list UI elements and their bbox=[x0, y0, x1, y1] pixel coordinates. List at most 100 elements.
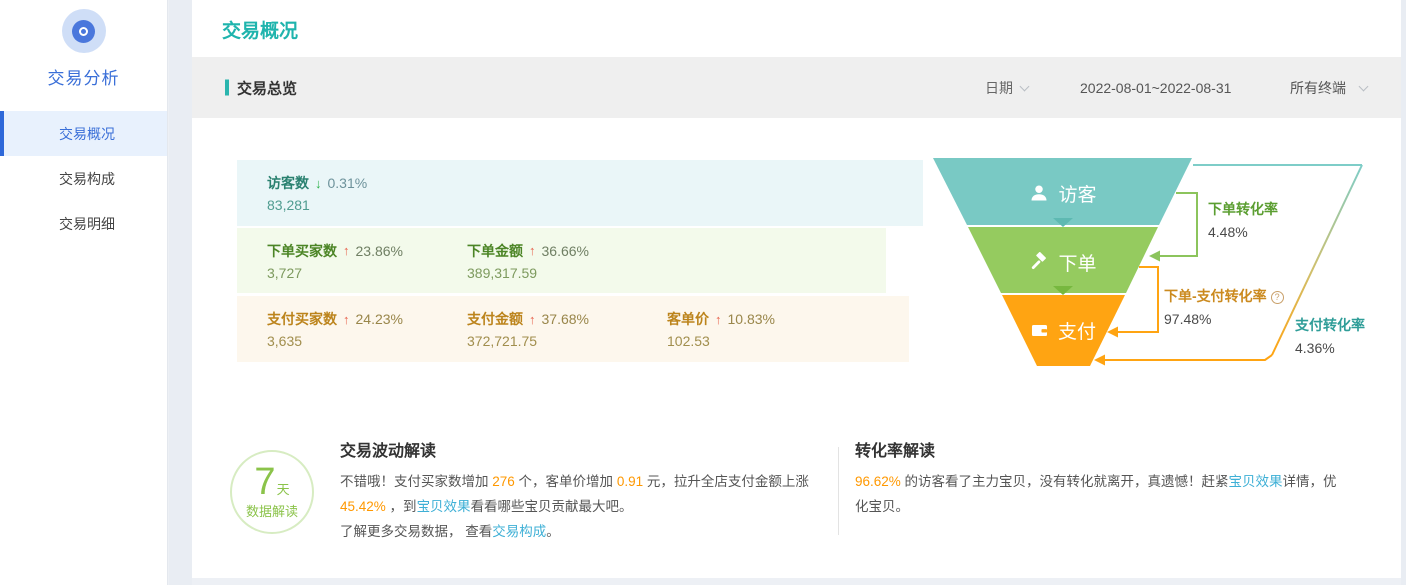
metric-value: 372,721.75 bbox=[467, 333, 667, 349]
metric-value: 83,281 bbox=[267, 197, 467, 213]
metric-label: 下单金额 bbox=[467, 241, 523, 261]
wallet-icon bbox=[1030, 321, 1049, 340]
trade-composition-link[interactable]: 交易构成 bbox=[492, 524, 546, 539]
metric-change-pct: 24.23% bbox=[356, 311, 403, 327]
pay-conversion-connector bbox=[1105, 355, 1272, 360]
text-run: 的访客看了主力宝贝，没有转化就离开，真遗憾！赶紧 bbox=[901, 474, 1229, 489]
sidebar-item-trade-detail[interactable]: 交易明细 bbox=[0, 201, 167, 246]
metric-label: 支付买家数 bbox=[267, 309, 337, 329]
sidebar: 交易分析 交易概况 交易构成 交易明细 bbox=[0, 0, 168, 585]
user-icon bbox=[1029, 183, 1049, 203]
terminal-dropdown[interactable]: 所有终端 bbox=[1290, 78, 1367, 98]
scrollbar[interactable] bbox=[1401, 0, 1406, 585]
section-marker bbox=[225, 80, 229, 96]
funnel-stage-label: 下单 bbox=[1058, 249, 1096, 276]
metric-label: 支付金额 bbox=[467, 309, 523, 329]
text-run: 个，客单价增加 bbox=[515, 474, 617, 489]
page: 交易分析 交易概况 交易构成 交易明细 交易概况 交易总览 日期 2022-08… bbox=[0, 0, 1406, 585]
order-conversion-rate: 下单转化率 4.48% bbox=[1208, 199, 1278, 240]
sidebar-nav: 交易概况 交易构成 交易明细 bbox=[0, 111, 167, 246]
gavel-icon bbox=[1029, 252, 1049, 272]
help-icon[interactable]: ? bbox=[1271, 291, 1284, 304]
badge-days: 7 天 bbox=[254, 464, 289, 500]
trade-fluctuation-insight: 交易波动解读 不错哦！支付买家数增加 276 个，客单价增加 0.91 元，拉升… bbox=[340, 437, 845, 544]
up-arrow-icon: ↑ bbox=[529, 243, 536, 258]
highlight-number: 96.62% bbox=[855, 474, 901, 489]
sidebar-item-trade-composition[interactable]: 交易构成 bbox=[0, 156, 167, 201]
metric-order-amount: 下单金额 ↑ 36.66% 389,317.59 bbox=[467, 241, 667, 281]
highlight-number: 276 bbox=[492, 474, 515, 489]
metric-change-pct: 37.68% bbox=[542, 311, 589, 327]
conversion-label: 下单-支付转化率 bbox=[1164, 288, 1267, 304]
filter-bar: 交易总览 日期 2022-08-01~2022-08-31 所有终端 bbox=[192, 57, 1401, 118]
date-dimension-label: 日期 bbox=[985, 80, 1013, 96]
metric-value: 3,727 bbox=[267, 265, 467, 281]
main-panel: 交易概况 交易总览 日期 2022-08-01~2022-08-31 所有终端 … bbox=[192, 0, 1401, 578]
text-run: 看看哪些宝贝贡献最大吧。 bbox=[471, 499, 633, 514]
vertical-divider bbox=[838, 447, 839, 535]
metric-order-buyers: 下单买家数 ↑ 23.86% 3,727 bbox=[267, 241, 467, 281]
conversion-label: 支付转化率 bbox=[1295, 315, 1365, 335]
text-run: 。 bbox=[546, 524, 560, 539]
sidebar-item-trade-overview[interactable]: 交易概况 bbox=[0, 111, 167, 156]
metric-row-visitors: 访客数 ↓ 0.31% 83,281 bbox=[237, 160, 923, 226]
conversion-value: 4.36% bbox=[1295, 340, 1365, 356]
metric-value: 389,317.59 bbox=[467, 265, 667, 281]
page-title: 交易概况 bbox=[222, 16, 1401, 43]
metric-visitor-count: 访客数 ↓ 0.31% 83,281 bbox=[267, 173, 467, 213]
section-title-text: 交易总览 bbox=[237, 77, 297, 98]
metric-value: 102.53 bbox=[667, 333, 867, 349]
text-run: 元，拉升全店支付金额上涨 bbox=[643, 474, 809, 489]
chevron-down-icon bbox=[1359, 81, 1369, 91]
gutter bbox=[169, 0, 192, 585]
metric-change-pct: 0.31% bbox=[328, 175, 368, 191]
metric-label: 客单价 bbox=[667, 309, 709, 329]
conversion-label: 下单转化率 bbox=[1208, 199, 1278, 219]
insight-title: 转化率解读 bbox=[855, 437, 1337, 461]
funnel-stage-order: 下单 bbox=[957, 248, 1169, 276]
text-run: 不错哦！支付买家数增加 bbox=[340, 474, 492, 489]
terminal-label: 所有终端 bbox=[1290, 80, 1346, 96]
metric-change-pct: 10.83% bbox=[728, 311, 775, 327]
metric-label: 下单买家数 bbox=[267, 241, 337, 261]
section-title: 交易总览 bbox=[225, 77, 297, 98]
item-effect-link[interactable]: 宝贝效果 bbox=[417, 499, 471, 514]
insight-text: 不错哦！支付买家数增加 276 个，客单价增加 0.91 元，拉升全店支付金额上… bbox=[340, 469, 845, 519]
up-arrow-icon: ↑ bbox=[343, 312, 350, 327]
transaction-analysis-icon-inner bbox=[72, 20, 95, 43]
conversion-value: 97.48% bbox=[1164, 311, 1284, 327]
conversion-value: 4.48% bbox=[1208, 224, 1278, 240]
text-run: ，到 bbox=[386, 499, 417, 514]
highlight-number: 0.91 bbox=[617, 474, 643, 489]
badge-unit: 天 bbox=[277, 479, 290, 498]
insight-text: 了解更多交易数据， 查看交易构成。 bbox=[340, 519, 845, 544]
insight-text: 96.62% 的访客看了主力宝贝，没有转化就离开，真遗憾！赶紧宝贝效果详情，优化… bbox=[855, 469, 1337, 519]
up-arrow-icon: ↑ bbox=[343, 243, 350, 258]
page-header: 交易概况 bbox=[192, 0, 1401, 57]
up-arrow-icon: ↑ bbox=[529, 312, 536, 327]
insight-title: 交易波动解读 bbox=[340, 437, 845, 461]
pay-conversion-rate: 支付转化率 4.36% bbox=[1295, 315, 1365, 356]
funnel-stage-visitor: 访客 bbox=[957, 179, 1169, 207]
funnel-stage-label: 访客 bbox=[1058, 180, 1096, 207]
transaction-analysis-icon-ring bbox=[79, 27, 88, 36]
funnel-stage-pay: 支付 bbox=[957, 316, 1169, 344]
item-effect-link[interactable]: 宝贝效果 bbox=[1229, 474, 1283, 489]
app-title: 交易分析 bbox=[0, 64, 167, 89]
arrow-left-icon bbox=[1094, 355, 1105, 366]
metric-row-payments: 支付买家数 ↑ 24.23% 3,635 支付金额 ↑ 37.68% 372,7… bbox=[237, 296, 909, 362]
down-arrow-icon: ↓ bbox=[315, 176, 322, 191]
conversion-funnel: 访客 下单 支付 下单转化率 bbox=[927, 150, 1387, 375]
badge-caption: 数据解读 bbox=[246, 501, 298, 520]
transaction-analysis-icon bbox=[62, 9, 106, 53]
sidebar-header: 交易分析 bbox=[0, 0, 167, 89]
up-arrow-icon: ↑ bbox=[715, 312, 722, 327]
metric-change-pct: 36.66% bbox=[542, 243, 589, 259]
metric-pay-buyers: 支付买家数 ↑ 24.23% 3,635 bbox=[267, 309, 467, 349]
seven-day-badge: 7 天 数据解读 bbox=[230, 450, 314, 534]
date-range-picker[interactable]: 2022-08-01~2022-08-31 bbox=[1080, 80, 1231, 96]
metric-pay-amount: 支付金额 ↑ 37.68% 372,721.75 bbox=[467, 309, 667, 349]
metric-label: 访客数 bbox=[267, 173, 309, 193]
date-dimension-dropdown[interactable]: 日期 bbox=[985, 78, 1028, 98]
funnel-stage-label: 支付 bbox=[1058, 317, 1096, 344]
